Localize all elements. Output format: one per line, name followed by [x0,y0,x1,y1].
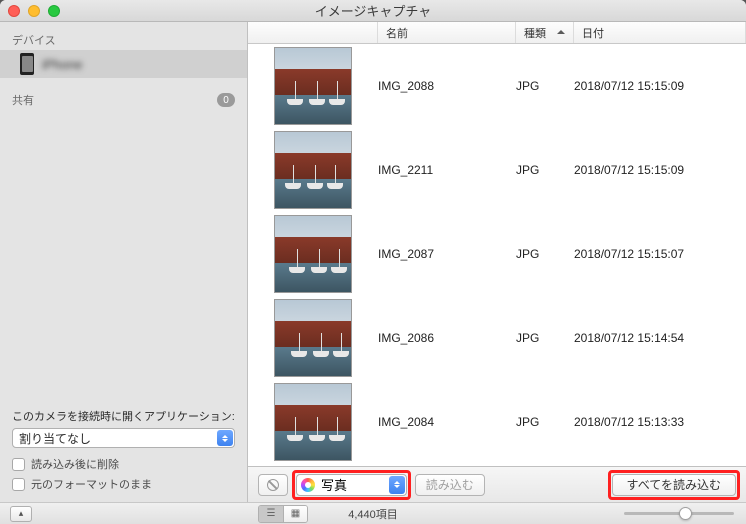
import-button[interactable]: 読み込む [415,474,485,496]
item-type: JPG [516,247,574,261]
slider-knob[interactable] [679,507,692,520]
item-name: IMG_2086 [378,331,516,345]
item-date: 2018/07/12 15:15:09 [574,79,746,93]
thumbnail-size-slider[interactable] [624,512,734,515]
item-type: JPG [516,163,574,177]
column-headers: 名前 種類 日付 [248,22,746,44]
sort-ascending-icon [557,27,565,39]
sidebar-device-item[interactable]: iPhone [0,50,247,78]
shared-count-badge: 0 [217,93,235,107]
statusbar: ☰ ▦ 4,440項目 [0,502,746,524]
open-app-label: このカメラを接続時に開くアプリケーション: [12,408,235,424]
devices-heading: デバイス [0,26,247,50]
open-app-popup[interactable]: 割り当てなし [12,428,235,448]
checkbox-icon [12,478,25,491]
thumbnail [274,47,352,125]
minimize-window-button[interactable] [28,5,40,17]
column-thumbnail[interactable] [248,22,378,43]
thumbnail [274,383,352,461]
thumbnail [274,131,352,209]
chevron-updown-icon [217,430,233,446]
destination-popup[interactable]: 写真 [296,474,407,496]
item-date: 2018/07/12 15:15:07 [574,247,746,261]
thumbnail [274,299,352,377]
phone-icon [20,53,34,75]
column-type[interactable]: 種類 [516,22,574,43]
toggle-sidebar-options-button[interactable] [10,506,32,522]
item-type: JPG [516,331,574,345]
list-item[interactable]: IMG_2084 JPG 2018/07/12 15:13:33 [248,380,746,464]
shared-heading: 共有 [12,92,34,108]
item-count: 4,440項目 [348,506,398,522]
prohibit-icon [267,479,279,491]
list-item[interactable]: IMG_2088 JPG 2018/07/12 15:15:09 [248,44,746,128]
item-name: IMG_2211 [378,163,516,177]
item-date: 2018/07/12 15:14:54 [574,331,746,345]
close-window-button[interactable] [8,5,20,17]
list-view-button[interactable]: ☰ [259,506,283,522]
photos-app-icon [301,478,315,492]
destination-value: 写真 [321,475,347,494]
delete-selected-button[interactable] [258,474,288,496]
titlebar: イメージキャプチャ [0,0,746,22]
column-date[interactable]: 日付 [574,22,746,43]
thumbnail [274,215,352,293]
item-date: 2018/07/12 15:13:33 [574,415,746,429]
column-name[interactable]: 名前 [378,22,516,43]
item-name: IMG_2087 [378,247,516,261]
item-name: IMG_2084 [378,415,516,429]
image-list[interactable]: IMG_2088 JPG 2018/07/12 15:15:09 IMG_221… [248,44,746,466]
view-mode-segmented[interactable]: ☰ ▦ [258,505,308,523]
open-app-value: 割り当てなし [19,430,91,447]
list-item[interactable]: IMG_2211 JPG 2018/07/12 15:15:09 [248,128,746,212]
item-type: JPG [516,415,574,429]
main-content: 名前 種類 日付 IMG_2088 JPG 2018/07/12 15:15:0… [248,22,746,502]
bottom-toolbar: 写真 読み込む すべてを読み込む [248,466,746,502]
zoom-window-button[interactable] [48,5,60,17]
list-item[interactable]: IMG_2087 JPG 2018/07/12 15:15:07 [248,212,746,296]
device-name: iPhone [42,57,82,72]
import-all-button[interactable]: すべてを読み込む [612,474,736,496]
delete-after-import-checkbox[interactable]: 読み込み後に削除 [12,454,235,474]
list-item[interactable]: IMG_2086 JPG 2018/07/12 15:14:54 [248,296,746,380]
item-date: 2018/07/12 15:15:09 [574,163,746,177]
sidebar-options: このカメラを接続時に開くアプリケーション: 割り当てなし 読み込み後に削除 元の… [0,400,247,502]
window-title: イメージキャプチャ [0,1,746,20]
keep-original-checkbox[interactable]: 元のフォーマットのまま [12,474,235,494]
image-capture-window: イメージキャプチャ デバイス iPhone 共有 0 このカメラを接続時に開くア… [0,0,746,524]
item-name: IMG_2088 [378,79,516,93]
item-type: JPG [516,79,574,93]
sidebar: デバイス iPhone 共有 0 このカメラを接続時に開くアプリケーション: 割… [0,22,248,502]
checkbox-icon [12,458,25,471]
chevron-updown-icon [389,476,405,494]
grid-view-button[interactable]: ▦ [283,506,307,522]
